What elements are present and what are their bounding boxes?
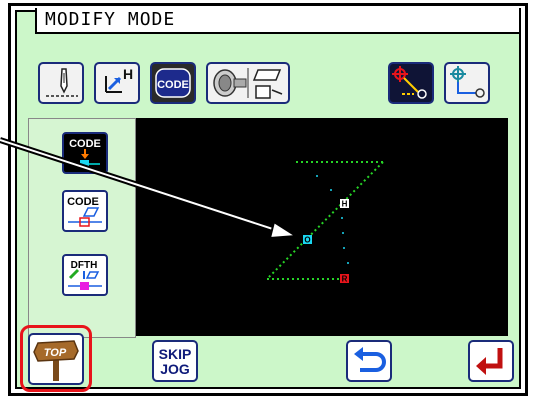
feed-point bbox=[347, 262, 349, 264]
needle-icon bbox=[46, 68, 78, 97]
feed-point bbox=[341, 217, 343, 219]
mode-title: MODIFY MODE bbox=[45, 9, 176, 30]
jog-h-label: H bbox=[123, 66, 133, 82]
skip-jog-button[interactable]: SKIP JOG bbox=[152, 340, 198, 382]
code-icon: CODE bbox=[155, 68, 191, 98]
diagonal-stitch-line bbox=[266, 161, 384, 280]
code-change-button[interactable]: DFTH bbox=[62, 254, 108, 296]
needle-button[interactable] bbox=[38, 62, 84, 104]
feed-point bbox=[316, 175, 318, 177]
marker-h-label: H bbox=[342, 200, 348, 209]
top-button-highlight bbox=[20, 325, 92, 392]
feed-point bbox=[343, 247, 345, 249]
feed-point bbox=[342, 232, 344, 234]
code-change-icon: DFTH bbox=[68, 260, 102, 290]
marker-r-label: R bbox=[342, 275, 348, 284]
winder-button[interactable] bbox=[206, 62, 290, 104]
bobbin-winder-icon bbox=[213, 68, 283, 99]
sidebar-dfth-label: DFTH bbox=[71, 260, 98, 271]
code-delete-icon: CODE bbox=[67, 196, 102, 227]
home-position-button[interactable] bbox=[444, 62, 490, 104]
origin-return-button[interactable] bbox=[388, 62, 434, 104]
jog-label: JOG bbox=[160, 361, 190, 377]
marker-o-label: O bbox=[304, 236, 310, 245]
code-insert-icon: CODE bbox=[69, 138, 101, 168]
enter-icon bbox=[476, 348, 503, 375]
enter-button[interactable] bbox=[468, 340, 514, 382]
undo-button[interactable] bbox=[346, 340, 392, 382]
sidebar-code-label-2: CODE bbox=[67, 196, 99, 208]
sidebar-code-label-1: CODE bbox=[69, 138, 101, 150]
code-insert-button[interactable]: CODE bbox=[62, 132, 108, 174]
mode-title-bar: MODIFY MODE bbox=[35, 8, 521, 34]
home-position-icon bbox=[450, 66, 485, 98]
code-label: CODE bbox=[157, 79, 189, 91]
code-delete-button[interactable]: CODE bbox=[62, 190, 108, 232]
skip-label: SKIP bbox=[158, 346, 192, 362]
jog-origin-button[interactable]: H bbox=[94, 62, 140, 104]
undo-icon bbox=[354, 347, 386, 372]
origin-return-icon bbox=[392, 66, 427, 99]
code-button[interactable]: CODE bbox=[150, 62, 196, 104]
pattern-drawing: H O R bbox=[266, 161, 384, 284]
feed-point bbox=[330, 189, 332, 191]
pattern-canvas[interactable]: H O R bbox=[136, 118, 508, 336]
jog-arrow-icon: H bbox=[105, 66, 133, 93]
